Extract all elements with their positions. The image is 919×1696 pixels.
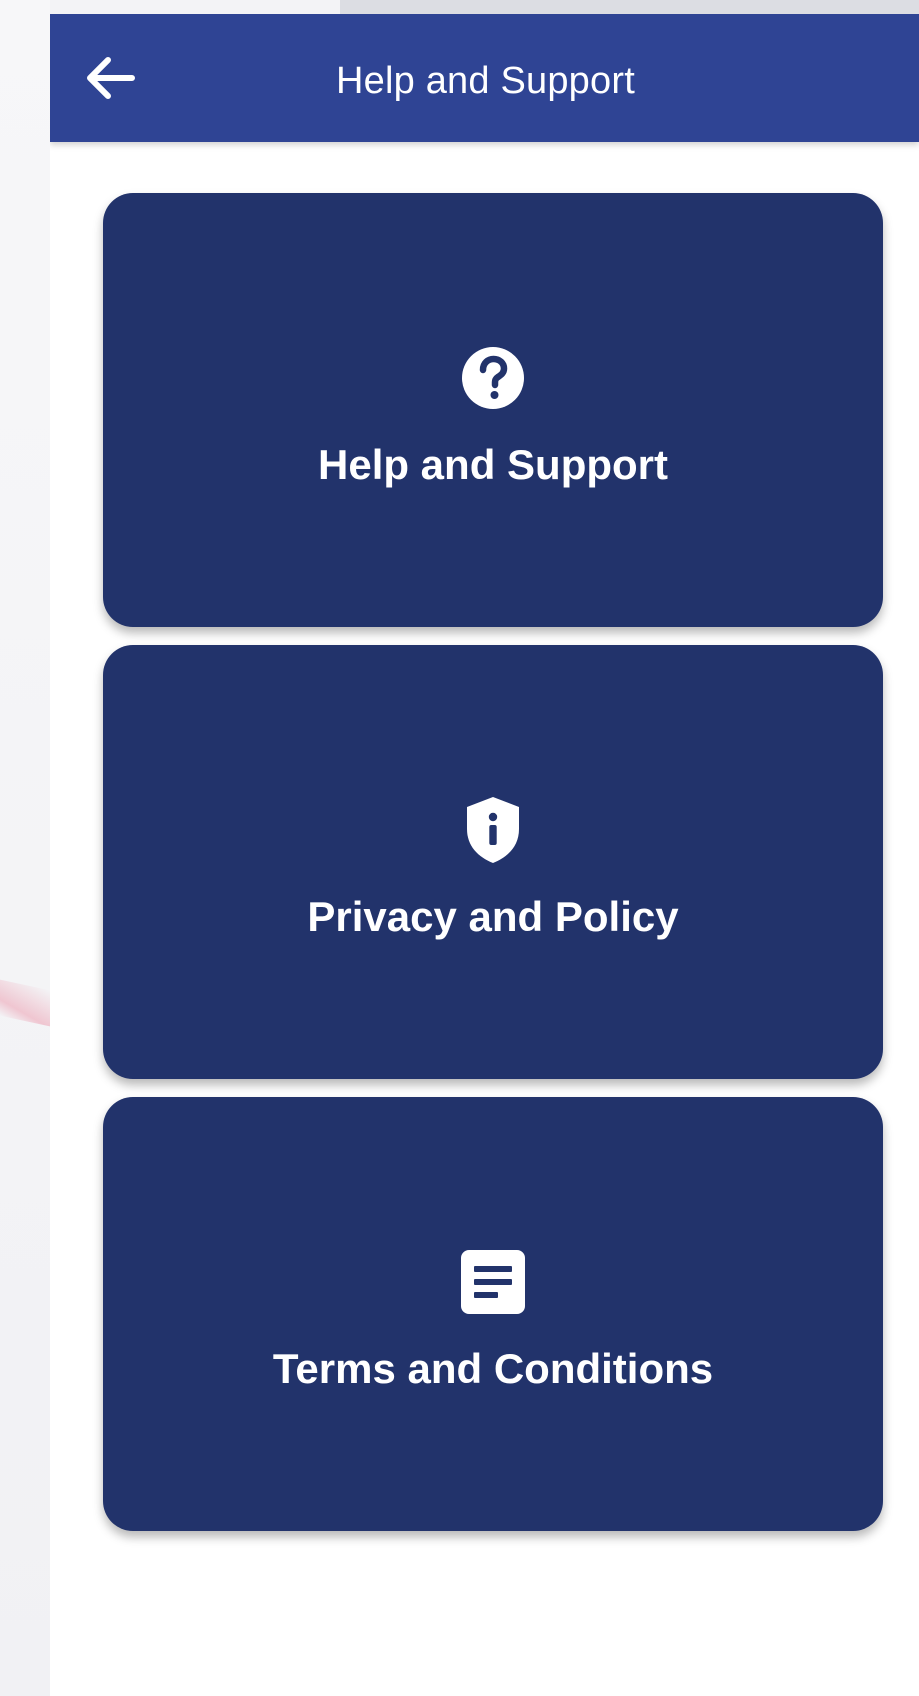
background-top — [340, 0, 919, 14]
back-button[interactable] — [80, 48, 140, 108]
app-bar: Help and Support — [50, 14, 919, 142]
help-circle-icon — [460, 345, 526, 411]
privacy-and-policy-card[interactable]: Privacy and Policy — [103, 645, 883, 1079]
arrow-left-icon — [87, 57, 135, 99]
help-and-support-card[interactable]: Help and Support — [103, 193, 883, 627]
card-label: Terms and Conditions — [272, 1345, 714, 1392]
card-label: Privacy and Policy — [307, 893, 679, 940]
page-title: Help and Support — [336, 60, 635, 102]
shield-info-icon — [460, 797, 526, 863]
screen: Help and Support Help and Support Privac… — [50, 14, 919, 1696]
background-left — [0, 0, 50, 1696]
terms-and-conditions-card[interactable]: Terms and Conditions — [103, 1097, 883, 1531]
card-label: Help and Support — [318, 441, 668, 488]
document-icon — [460, 1249, 526, 1315]
